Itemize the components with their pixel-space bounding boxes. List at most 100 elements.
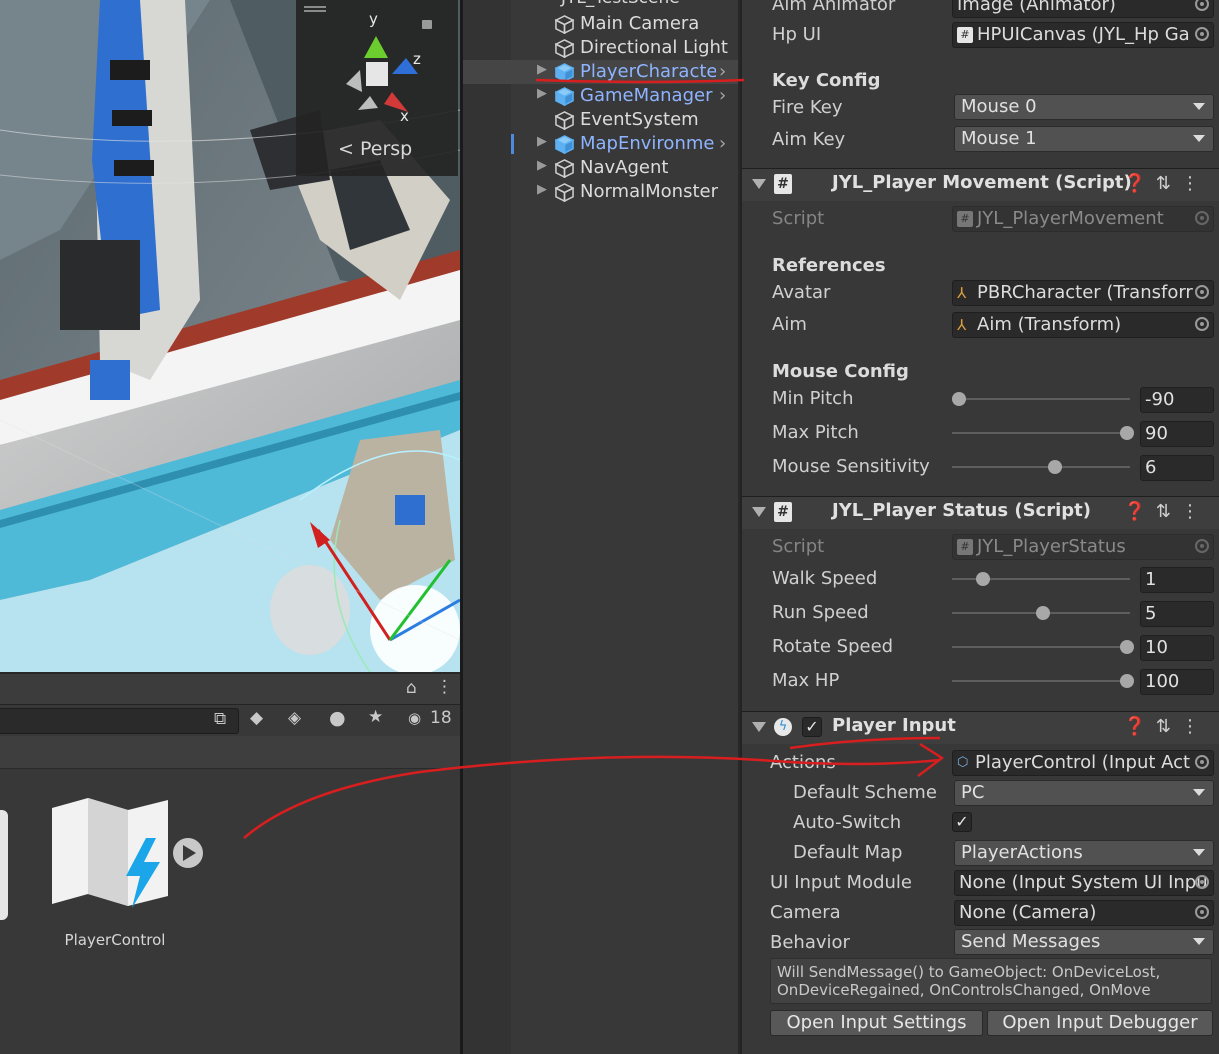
hierarchy-item[interactable]: EventSystem (463, 108, 738, 132)
default-map-dropdown[interactable]: PlayerActions (954, 840, 1214, 866)
hierarchy-item[interactable]: ▶ GameManager › (463, 84, 738, 108)
favorite-star-icon[interactable]: ★ (368, 707, 383, 727)
expand-arrow-icon[interactable]: ▶ (537, 158, 547, 173)
slider-value-field[interactable]: 10 (1140, 635, 1214, 661)
lock-icon[interactable]: ⌂ (406, 678, 417, 698)
slider-value-field[interactable]: 6 (1140, 455, 1214, 481)
ui-input-module-field[interactable]: None (Input System UI Inpu (954, 870, 1214, 896)
slider-handle[interactable] (975, 572, 990, 586)
actions-field[interactable]: ⬡ PlayerControl (Input Act (952, 750, 1214, 776)
hp-ui-field[interactable]: # HPUICanvas (JYL_Hp Ga (952, 22, 1214, 48)
more-options-icon[interactable]: ⋮ (1181, 173, 1209, 194)
hierarchy-item[interactable]: ▶ PlayerCharacte › (463, 60, 738, 84)
slider-label: Run Speed (772, 602, 869, 623)
auto-switch-checkbox[interactable]: ✓ (952, 812, 972, 832)
visibility-eye-icon[interactable]: ◉ (408, 709, 421, 727)
aim-animator-field[interactable]: Image (Animator) (952, 0, 1214, 18)
help-icon[interactable]: ❓ (1123, 501, 1155, 522)
hierarchy-item[interactable]: ▶ MapEnvironme › (463, 132, 738, 156)
warning-filter-icon[interactable]: ● (329, 707, 346, 729)
expand-arrow-icon[interactable]: ▶ (537, 86, 547, 101)
lock-icon[interactable] (422, 20, 432, 29)
open-prefab-chevron-icon[interactable]: › (719, 60, 726, 84)
help-icon[interactable]: ❓ (1123, 173, 1155, 194)
slider-value-field[interactable]: 5 (1140, 601, 1214, 627)
fire-key-dropdown[interactable]: Mouse 0 (954, 94, 1214, 120)
slider-track[interactable] (952, 398, 1130, 400)
open-prefab-chevron-icon[interactable]: › (719, 132, 726, 156)
hierarchy-item[interactable]: ▶ NavAgent (463, 156, 738, 180)
object-picker-icon[interactable] (1195, 0, 1209, 11)
search-by-type-icon[interactable]: ⧉ (214, 709, 226, 729)
asset-thumbnail-partial[interactable] (0, 810, 8, 920)
references-heading: References (772, 255, 886, 276)
hierarchy-item[interactable]: Directional Light (463, 36, 738, 60)
slider-track[interactable] (952, 646, 1130, 648)
slider-value-field[interactable]: 90 (1140, 421, 1214, 447)
transform-icon: ⅄ (957, 284, 967, 302)
preset-icon[interactable]: ⇅ (1156, 501, 1181, 522)
preset-icon[interactable]: ⇅ (1156, 716, 1181, 737)
slider-handle[interactable] (1047, 460, 1062, 474)
aim-key-dropdown[interactable]: Mouse 1 (954, 126, 1214, 152)
slider-value-field[interactable]: -90 (1140, 387, 1214, 413)
input-actions-asset-icon[interactable] (48, 798, 208, 916)
expand-arrow-icon[interactable]: ▶ (537, 62, 547, 77)
open-input-settings-button[interactable]: Open Input Settings (770, 1010, 983, 1036)
foldout-arrow-icon[interactable] (752, 507, 766, 517)
object-picker-icon[interactable] (1195, 27, 1209, 41)
slider-value-field[interactable]: 100 (1140, 669, 1214, 695)
scene-name: JYL_TestScene (561, 0, 680, 8)
object-picker-icon[interactable] (1195, 755, 1209, 769)
more-options-icon[interactable]: ⋮ (1181, 716, 1209, 737)
hierarchy-item-name: NormalMonster (580, 181, 718, 202)
player-input-header[interactable]: ϟ ✓ Player Input ❓⇅⋮ (742, 711, 1219, 744)
object-picker-icon[interactable] (1195, 905, 1209, 919)
default-scheme-label: Default Scheme (793, 782, 937, 803)
object-picker-icon[interactable] (1195, 875, 1209, 889)
scene-header[interactable]: JYL_TestScene (511, 0, 738, 10)
hierarchy-item-name: PlayerCharacte (580, 61, 716, 82)
object-picker-icon[interactable] (1195, 285, 1209, 299)
help-icon[interactable]: ❓ (1123, 716, 1155, 737)
scene-view[interactable]: y z x < Persp (0, 0, 460, 672)
more-options-icon[interactable]: ⋮ (436, 677, 453, 697)
open-input-debugger-button[interactable]: Open Input Debugger (987, 1010, 1213, 1036)
open-prefab-chevron-icon[interactable]: › (719, 84, 726, 108)
foldout-arrow-icon[interactable] (752, 179, 766, 189)
component-enabled-checkbox[interactable]: ✓ (802, 717, 822, 737)
filter-by-type-icon[interactable]: ◆ (250, 708, 263, 728)
slider-track[interactable] (952, 680, 1130, 682)
behavior-dropdown[interactable]: Send Messages (954, 929, 1214, 955)
more-options-icon[interactable]: ⋮ (1181, 501, 1209, 522)
projection-toggle[interactable]: < Persp (338, 138, 412, 160)
expand-arrow-icon[interactable]: ▶ (537, 134, 547, 149)
filter-by-label-icon[interactable]: ◈ (288, 708, 301, 728)
default-scheme-dropdown[interactable]: PC (954, 780, 1214, 806)
asset-name[interactable]: PlayerControl (40, 931, 190, 949)
slider-handle[interactable] (1120, 640, 1134, 654)
orientation-gizmo[interactable]: y z x < Persp (296, 0, 458, 176)
preset-icon[interactable]: ⇅ (1156, 173, 1181, 194)
slider-track[interactable] (952, 432, 1130, 434)
slider-label: Rotate Speed (772, 636, 894, 657)
script-icon: # (774, 174, 792, 194)
foldout-arrow-icon[interactable] (752, 722, 766, 732)
aim-field[interactable]: ⅄ Aim (Transform) (952, 312, 1214, 338)
hierarchy-item[interactable]: Main Camera (463, 12, 738, 36)
slider-value-field[interactable]: 1 (1140, 567, 1214, 593)
player-status-header[interactable]: # JYL_Player Status (Script) ❓⇅⋮ (742, 496, 1219, 529)
slider-handle[interactable] (1120, 426, 1134, 440)
slider-handle[interactable] (1036, 606, 1050, 620)
camera-field[interactable]: None (Camera) (954, 900, 1214, 926)
slider-handle[interactable] (1120, 674, 1134, 688)
player-movement-header[interactable]: # JYL_Player Movement (Script) ❓⇅⋮ (742, 168, 1219, 201)
slider-label: Walk Speed (772, 568, 878, 589)
avatar-field[interactable]: ⅄ PBRCharacter (Transforr (952, 280, 1214, 306)
slider-handle[interactable] (952, 392, 966, 406)
hierarchy-item[interactable]: ▶ NormalMonster (463, 180, 738, 204)
expand-arrow-icon[interactable]: ▶ (537, 182, 547, 197)
object-picker-icon[interactable] (1195, 317, 1209, 331)
slider-track[interactable] (952, 466, 1130, 468)
project-filter-bar: ⧉ ◆ ◈ ● ★ ◉ 18 (0, 706, 460, 734)
